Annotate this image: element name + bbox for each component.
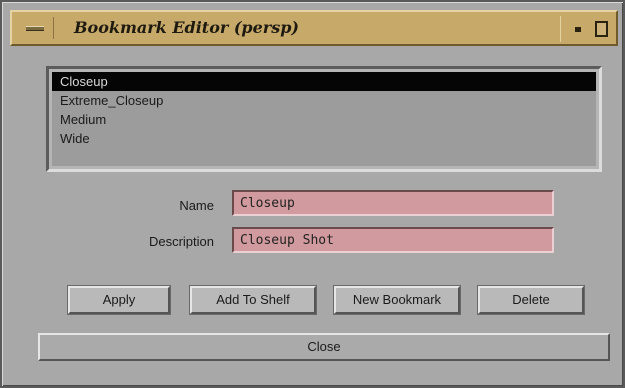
apply-button[interactable]: Apply xyxy=(68,286,170,314)
window-menu-icon[interactable] xyxy=(16,17,54,39)
list-item-medium[interactable]: Medium xyxy=(52,110,596,129)
new-bookmark-button[interactable]: New Bookmark xyxy=(334,286,460,314)
delete-button[interactable]: Delete xyxy=(478,286,584,314)
bookmark-list[interactable]: Closeup Extreme_Closeup Medium Wide xyxy=(46,66,602,172)
bookmark-list-inner: Closeup Extreme_Closeup Medium Wide xyxy=(52,72,596,166)
add-to-shelf-button[interactable]: Add To Shelf xyxy=(190,286,316,314)
maximize-icon[interactable] xyxy=(592,18,610,40)
description-field[interactable] xyxy=(232,227,554,253)
name-field[interactable] xyxy=(232,190,554,216)
title-separator xyxy=(560,16,561,42)
name-label: Name xyxy=(179,198,214,213)
close-button[interactable]: Close xyxy=(38,333,610,361)
list-item-extreme-closeup[interactable]: Extreme_Closeup xyxy=(52,91,596,110)
list-item-wide[interactable]: Wide xyxy=(52,129,596,148)
bookmark-editor-window: Bookmark Editor (persp) Closeup Extreme_… xyxy=(0,0,625,388)
window-title: Bookmark Editor (persp) xyxy=(74,18,299,37)
list-item-closeup[interactable]: Closeup xyxy=(52,72,596,91)
title-bar[interactable]: Bookmark Editor (persp) xyxy=(10,10,618,46)
description-label: Description xyxy=(148,234,214,249)
minimize-icon[interactable] xyxy=(570,20,586,38)
